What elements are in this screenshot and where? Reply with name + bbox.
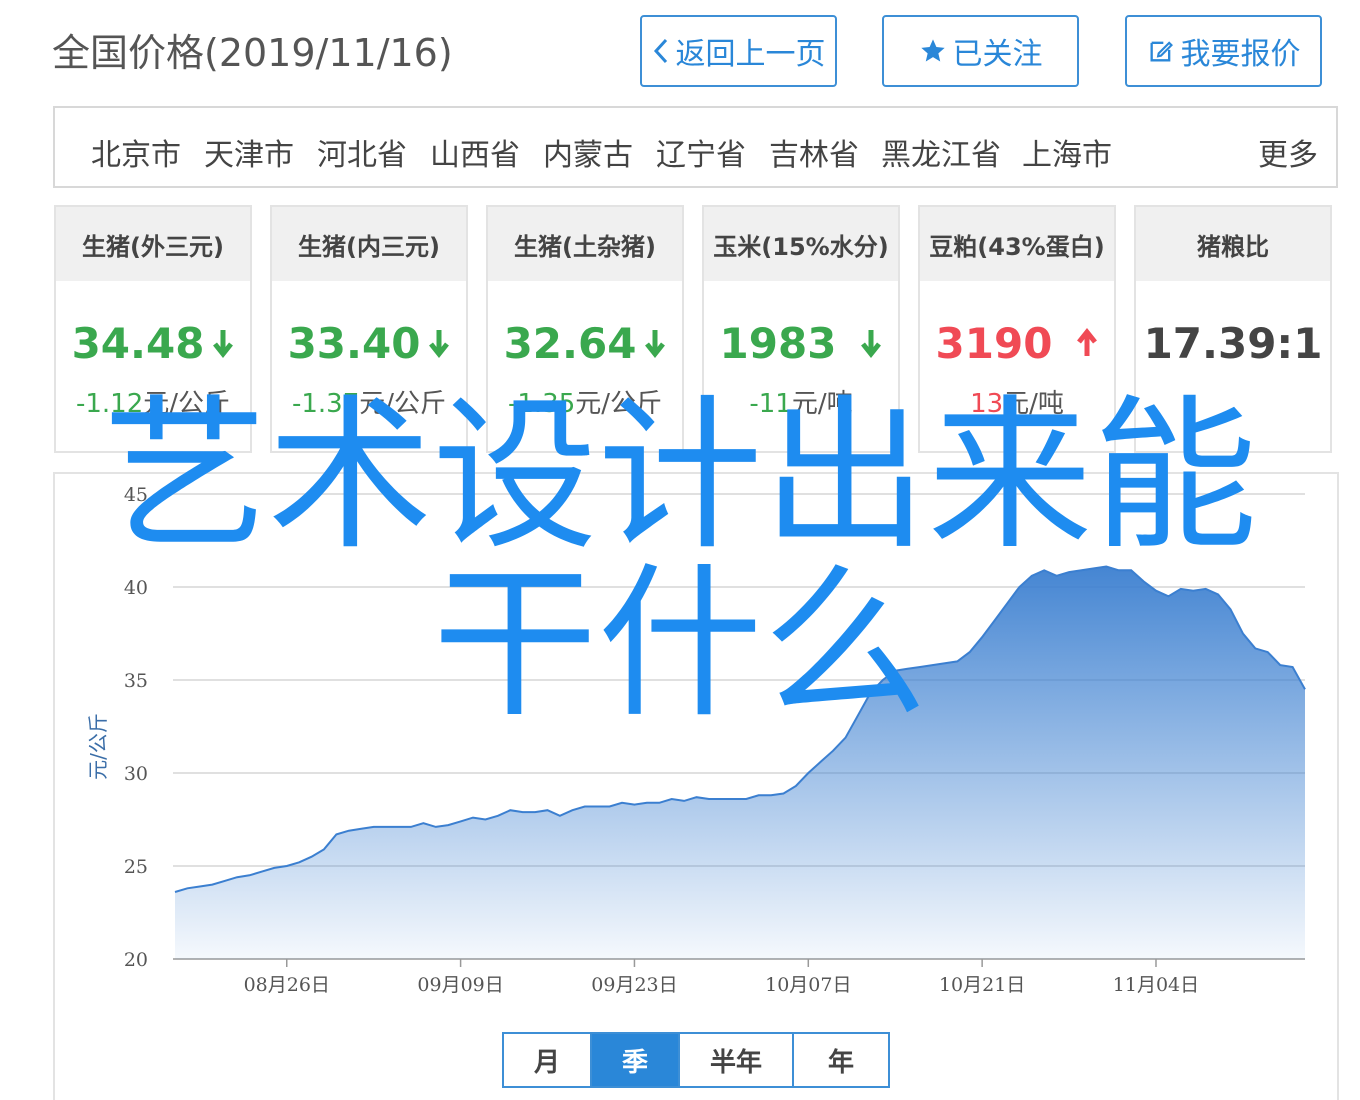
range-tab-month[interactable]: 月	[504, 1034, 592, 1086]
arrow-down-icon	[644, 319, 666, 368]
card-change: -1.12元/公斤	[56, 383, 250, 420]
price-chart: 20 25 30 35 40 45 08月26日 09月09日 09月23日 10月07日 10月2…	[86, 484, 1306, 996]
region-tianjin[interactable]: 天津市	[204, 130, 294, 174]
arrow-up-icon	[1076, 319, 1098, 368]
y-tick-label: 35	[124, 670, 148, 692]
card-price-value: 17.39:1	[1143, 319, 1323, 368]
x-tick-label: 10月07日	[765, 974, 851, 996]
card-price-value: 33.40	[287, 319, 421, 368]
x-tick-label: 08月26日	[244, 974, 330, 996]
y-tick-label: 45	[124, 484, 148, 506]
card-price: 1983	[704, 319, 898, 368]
series-area	[175, 566, 1305, 959]
y-tick-label: 40	[124, 577, 148, 599]
card-title: 生猪(土杂猪)	[488, 207, 682, 281]
region-beijing[interactable]: 北京市	[91, 130, 181, 174]
card-price-value: 32.64	[503, 319, 637, 368]
card-price: 33.40	[272, 319, 466, 368]
region-hebei[interactable]: 河北省	[317, 130, 407, 174]
region-liaoning[interactable]: 辽宁省	[656, 130, 746, 174]
region-bar: 北京市 天津市 河北省 山西省 内蒙古 辽宁省 吉林省 黑龙江省 上海市 更多	[53, 106, 1338, 188]
card-price-value: 3190	[935, 319, 1053, 368]
card-price: 17.39:1	[1136, 319, 1330, 368]
price-card: 生猪(内三元) 33.40 -1.37元/公斤	[270, 205, 468, 453]
card-change-unit: 元/公斤	[575, 389, 663, 419]
card-change-value: -11	[749, 389, 792, 419]
price-card: 豆粕(43%蛋白) 3190 13元/吨	[918, 205, 1116, 453]
card-title: 生猪(外三元)	[56, 207, 250, 281]
range-tab-year[interactable]: 年	[794, 1034, 888, 1086]
chart-series	[174, 565, 1306, 959]
card-title: 猪粮比	[1136, 207, 1330, 281]
range-tabs: 月 季 半年 年	[502, 1032, 890, 1088]
y-tick-label: 20	[124, 949, 148, 971]
price-card: 生猪(外三元) 34.48 -1.12元/公斤	[54, 205, 252, 453]
follow-button-label: 已关注	[952, 37, 1043, 72]
card-price: 34.48	[56, 319, 250, 368]
price-card: 生猪(土杂猪) 32.64 -1.35元/公斤	[486, 205, 684, 453]
card-change-unit: 元/公斤	[143, 389, 231, 419]
x-tick-label: 09月23日	[591, 974, 677, 996]
card-title: 玉米(15%水分)	[704, 207, 898, 281]
card-change-unit: 元/吨	[791, 389, 853, 419]
card-change: 13元/吨	[920, 383, 1114, 420]
region-more-link[interactable]: 更多	[1258, 130, 1318, 174]
edit-icon	[1147, 37, 1175, 65]
x-tick-label: 09月09日	[417, 974, 503, 996]
y-axis-label: 元/公斤	[86, 713, 110, 780]
back-button[interactable]: 返回上一页	[640, 15, 837, 87]
card-price-value: 1983	[719, 319, 837, 368]
price-card: 玉米(15%水分) 1983 -11元/吨	[702, 205, 900, 453]
x-tick-label: 11月04日	[1113, 974, 1199, 996]
card-price: 3190	[920, 319, 1114, 368]
region-shanxi[interactable]: 山西省	[430, 130, 520, 174]
range-tab-halfyear[interactable]: 半年	[680, 1034, 794, 1086]
range-tab-quarter[interactable]: 季	[592, 1034, 680, 1086]
region-neimenggu[interactable]: 内蒙古	[543, 130, 633, 174]
y-tick-label: 30	[124, 763, 148, 785]
card-price: 32.64	[488, 319, 682, 368]
page-title: 全国价格(2019/11/16)	[52, 31, 453, 75]
star-icon	[919, 37, 947, 65]
card-change-unit: 元/吨	[1003, 389, 1064, 419]
region-shanghai[interactable]: 上海市	[1022, 130, 1112, 174]
chevron-left-icon	[652, 37, 670, 65]
card-change-value: -1.35	[507, 389, 576, 419]
arrow-down-icon	[428, 319, 450, 368]
card-change-value: -1.37	[291, 389, 360, 419]
y-tick-label: 25	[124, 856, 148, 878]
arrow-down-icon	[212, 319, 234, 368]
arrow-down-icon	[860, 319, 882, 368]
card-change: -11元/吨	[704, 383, 898, 420]
card-change-value: 13	[970, 389, 1004, 419]
x-tick-label: 10月21日	[939, 974, 1025, 996]
price-card: 猪粮比 17.39:1	[1134, 205, 1332, 453]
card-change: -1.37元/公斤	[272, 383, 466, 420]
follow-button[interactable]: 已关注	[882, 15, 1079, 87]
region-heilongjiang[interactable]: 黑龙江省	[881, 130, 1001, 174]
card-change-value: -1.12	[75, 389, 144, 419]
price-chart-panel: 20 25 30 35 40 45 08月26日 09月09日 09月23日 10月07日 10月2…	[53, 472, 1339, 1100]
card-price-value: 34.48	[71, 319, 205, 368]
card-change: -1.35元/公斤	[488, 383, 682, 420]
card-title: 生猪(内三元)	[272, 207, 466, 281]
quote-button[interactable]: 我要报价	[1125, 15, 1322, 87]
card-title: 豆粕(43%蛋白)	[920, 207, 1114, 281]
card-change-unit: 元/公斤	[359, 389, 447, 419]
region-jilin[interactable]: 吉林省	[769, 130, 859, 174]
quote-button-label: 我要报价	[1180, 37, 1301, 72]
back-button-label: 返回上一页	[675, 37, 826, 72]
